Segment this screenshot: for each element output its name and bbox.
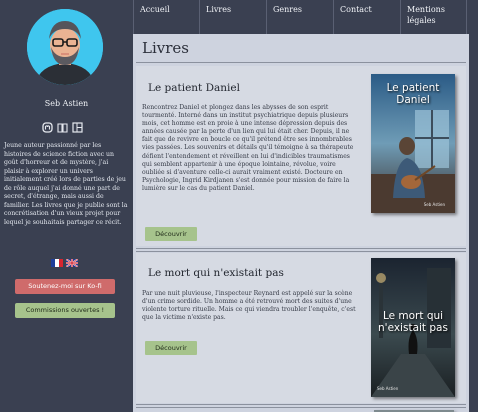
book-description: Par une nuit pluvieuse, l'inspecteur Rey… [142, 290, 356, 322]
book-card: Le mort qui n'existait pas Par une nuit … [136, 253, 466, 403]
book-card: Le patient Daniel Rencontrez Daniel et p… [136, 66, 466, 246]
discover-button[interactable]: Découvrir [145, 227, 197, 241]
divider [136, 407, 466, 408]
book-icon[interactable] [57, 118, 68, 133]
commissions-button[interactable]: Commissions ouvertes ! [15, 303, 115, 318]
author-portrait-icon [27, 9, 103, 85]
divider [136, 251, 466, 252]
author-name: Seb Astien [44, 99, 89, 108]
book-cover[interactable]: Le mort qui n'existait pas Seb Astien [371, 258, 455, 397]
book-title: Le patient Daniel [148, 82, 240, 94]
discover-button[interactable]: Découvrir [145, 341, 197, 355]
cover-title: Le mort qui n'existait pas [378, 310, 448, 334]
language-flags [51, 259, 78, 267]
flag-fr-icon[interactable] [51, 259, 63, 267]
main-content: Livres Le patient Daniel Rencontrez Dani… [133, 34, 469, 412]
cover-author: Seb Astien [377, 386, 399, 391]
nav-item-mentions-legales[interactable]: Mentions légales [400, 0, 467, 34]
sidebar: Seb Astien Jeune auteur passionné par le… [0, 0, 133, 412]
social-links [42, 118, 83, 133]
divider [136, 62, 466, 63]
cover-title: Le patient Daniel [386, 82, 440, 106]
author-bio: Jeune auteur passionné par les histoires… [4, 142, 128, 226]
mastodon-icon[interactable] [42, 118, 53, 133]
cover-author: Seb Astien [423, 202, 445, 207]
book-description: Rencontrez Daniel et plongez dans les ab… [142, 104, 354, 192]
book-cover[interactable]: Le patient Daniel Seb Astien [371, 74, 455, 213]
kofi-button[interactable]: Soutenez-moi sur Ko-fi [15, 279, 115, 294]
nav-item-genres[interactable]: Genres [266, 0, 333, 34]
divider [136, 248, 466, 249]
nav-item-livres[interactable]: Livres [199, 0, 266, 34]
nav-item-contact[interactable]: Contact [333, 0, 400, 34]
page-margin [469, 34, 478, 412]
nav-item-accueil[interactable]: Accueil [133, 0, 199, 34]
divider [136, 404, 466, 405]
layout-icon[interactable] [72, 118, 83, 133]
avatar [27, 9, 103, 85]
flag-uk-icon[interactable] [66, 259, 78, 267]
book-title: Le mort qui n'existait pas [148, 267, 284, 279]
top-nav: Accueil Livres Genres Contact Mentions l… [133, 0, 478, 34]
page-title: Livres [142, 39, 189, 57]
